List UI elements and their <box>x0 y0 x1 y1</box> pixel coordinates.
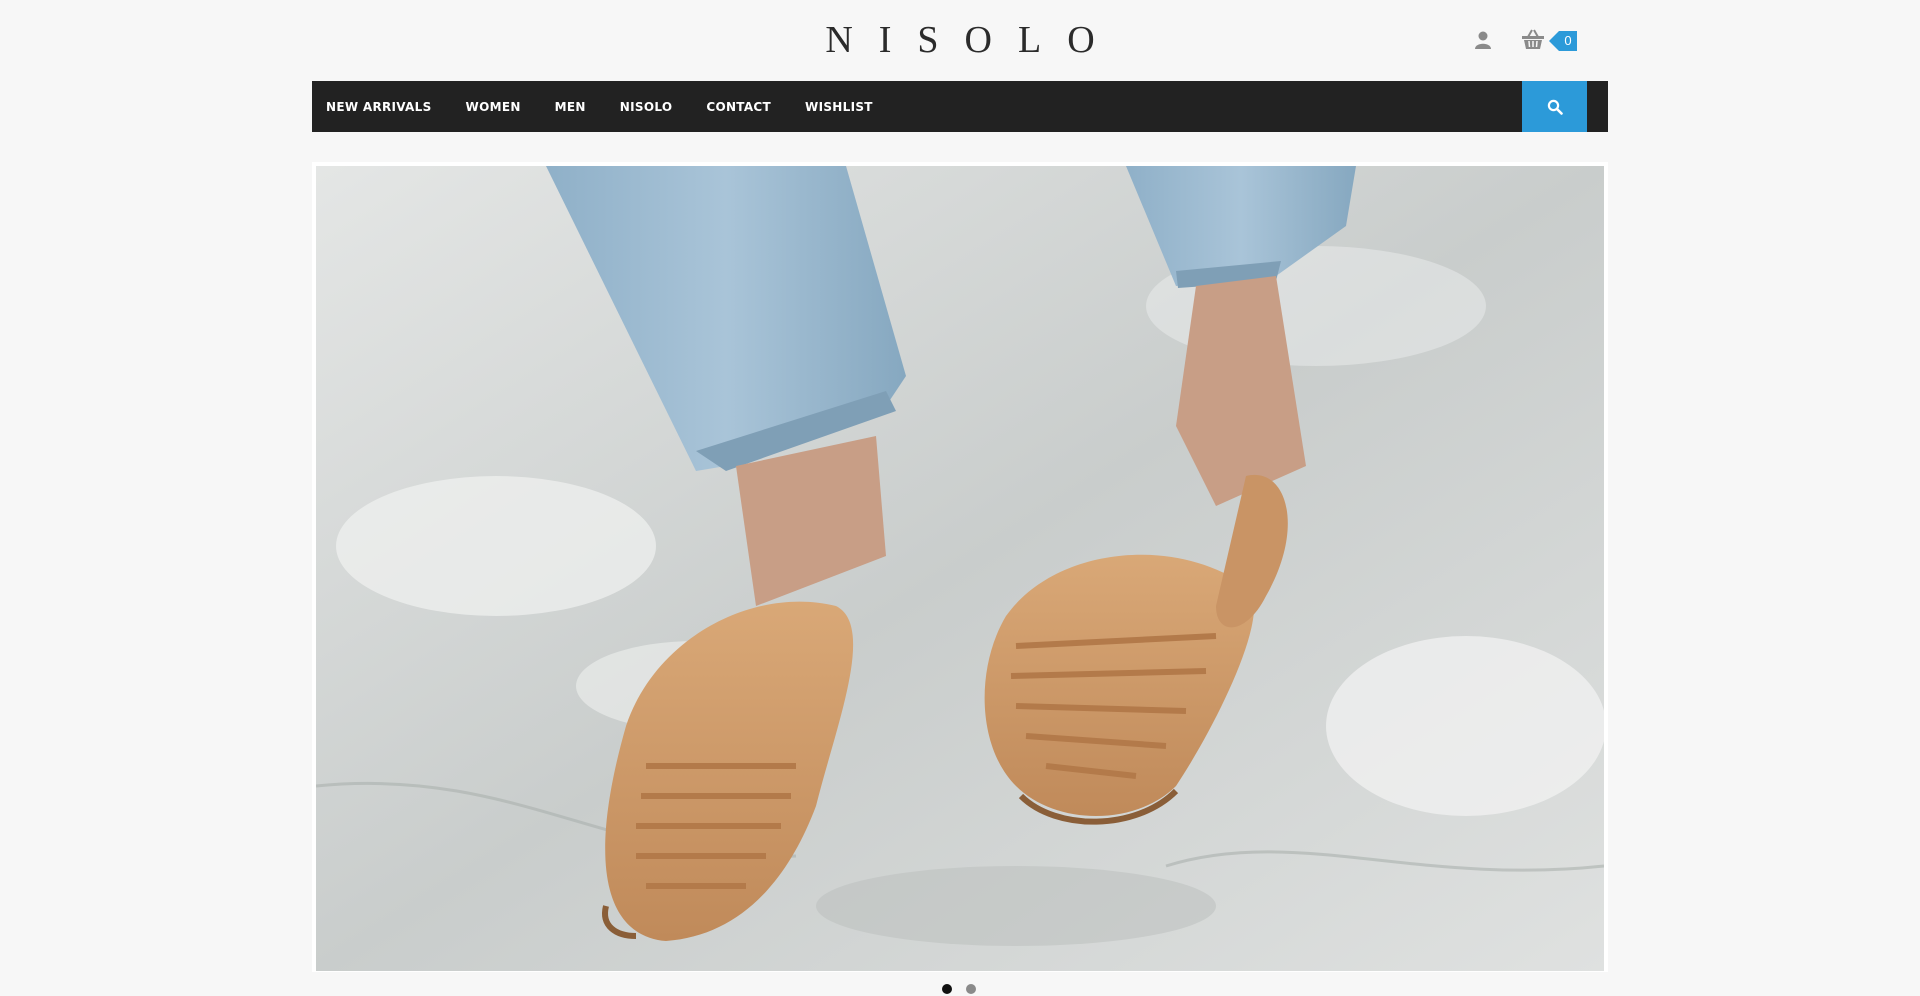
main-navigation: NEW ARRIVALS WOMEN MEN NISOLO CONTACT WI… <box>312 81 1608 132</box>
slider-dots <box>942 984 990 996</box>
site-header: NISOLO 0 <box>0 0 1920 80</box>
nav-item-contact[interactable]: CONTACT <box>706 100 771 114</box>
nav-item-women[interactable]: WOMEN <box>466 100 521 114</box>
hero-slider[interactable] <box>312 162 1608 972</box>
hero-image <box>316 166 1604 971</box>
search-button[interactable] <box>1522 81 1587 132</box>
nav-item-nisolo[interactable]: NISOLO <box>620 100 673 114</box>
nav-item-wishlist[interactable]: WISHLIST <box>805 100 873 114</box>
user-icon[interactable] <box>1474 30 1492 50</box>
cart-count-badge: 0 <box>1549 31 1577 51</box>
nav-item-new-arrivals[interactable]: NEW ARRIVALS <box>326 100 432 114</box>
search-icon <box>1547 99 1563 115</box>
basket-icon <box>1521 28 1545 50</box>
cart-button[interactable]: 0 <box>1521 26 1577 54</box>
nav-item-men[interactable]: MEN <box>555 100 586 114</box>
nav-items: NEW ARRIVALS WOMEN MEN NISOLO CONTACT WI… <box>326 81 907 132</box>
site-logo[interactable]: NISOLO <box>0 16 1920 64</box>
